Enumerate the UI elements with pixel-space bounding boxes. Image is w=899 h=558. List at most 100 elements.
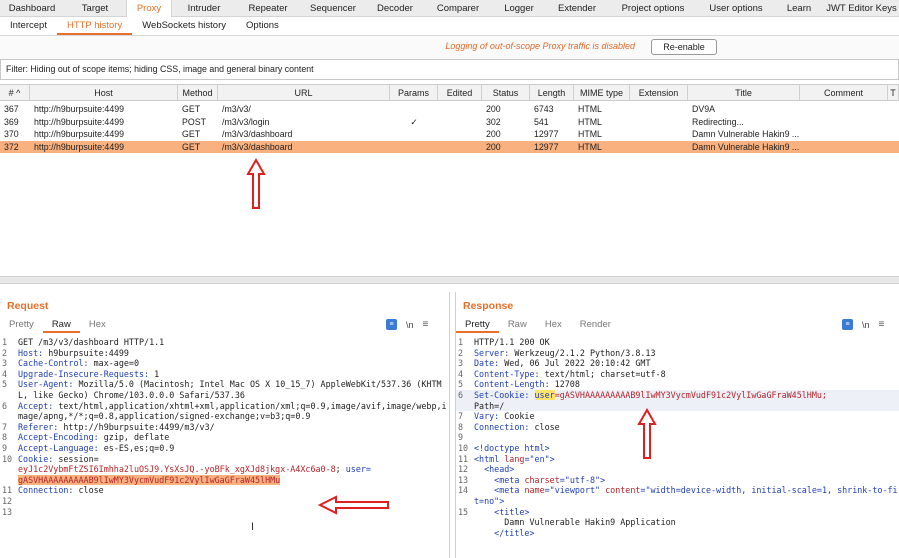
annotation-left-arrow [318,495,389,515]
tab-learn[interactable]: Learn [774,0,824,17]
subtab-options[interactable]: Options [236,17,289,35]
table-row[interactable]: 367 http://h9burpsuite:4499 GET/m3/v3/200 6… [0,103,899,115]
tab-intruder[interactable]: Intruder [172,0,236,17]
code-line: 2 Server: Werkzeug/2.1.2 Python/3.8.13 [458,347,656,358]
table-row[interactable]: 372 http://h9burpsuite:4499 GET/m3/v3/dash… [0,140,899,153]
pane-splitter[interactable] [0,276,899,284]
response-tab-pretty[interactable]: Pretty [456,317,499,333]
code-line: 2 Host: h9burpsuite:4499 [2,347,129,358]
column-header[interactable]: Host [30,85,178,101]
code-line: 8 Accept-Encoding: gzip, deflate [2,432,170,443]
annotation-up-arrow [637,408,657,459]
cell-url: /m3/v3/dashboard [222,141,293,152]
column-header[interactable]: Comment [800,85,888,101]
tab-comparer[interactable]: Comparer [424,0,492,17]
column-header[interactable]: MIME type [574,85,630,101]
proxy-sub-tab-bar: Intercept HTTP history WebSockets history O… [0,17,899,36]
cell-num: 367 [4,104,19,114]
code-line: 14 <meta name="viewport" content="width=… [458,485,898,506]
cell-method: GET [182,129,201,139]
tab-logger[interactable]: Logger [492,0,546,17]
table-row[interactable]: 369 http://h9burpsuite:4499 POST/m3/v3/log… [0,116,899,128]
message-actions-icon[interactable]: ≡ [386,319,397,330]
code-line: 5 User-Agent: Mozilla/5.0 (Macintosh; Int… [2,379,442,400]
cell-length: 6743 [534,104,554,114]
column-header[interactable]: Method [178,85,218,101]
cell-edited [442,141,482,153]
cell-host: http://h9burpsuite:4499 [34,104,124,114]
response-tab-raw[interactable]: Raw [499,317,536,333]
response-tab-hex[interactable]: Hex [536,317,571,333]
request-panel: Request Pretty Raw Hex ≡ \n ≡ 1 GET /m3/v3/… [0,292,450,558]
cell-title: DV9A [692,104,715,114]
code-line: 6 Set-Cookie: user=gASVHAAAAAAAAAB9lIwMY3… [456,389,899,412]
table-header: # ^ Host Method URL Params Edited Status Length… [0,84,899,101]
response-tab-render[interactable]: Render [571,317,620,333]
cell-length: 541 [534,116,549,127]
code-line: 15 <title> [458,506,530,517]
cell-params [390,128,438,140]
cell-comment [804,103,888,115]
request-view-tabs: Pretty Raw Hex [0,317,115,334]
table-row[interactable]: 370 http://h9burpsuite:4499 GET/m3/v3/dash… [0,128,899,140]
annotation-up-arrow [246,158,266,209]
tab-decoder[interactable]: Decoder [366,0,424,17]
code-line: 8 Connection: close [458,421,560,432]
newline-toggle-icon[interactable]: \n [406,320,414,330]
cell-status: 200 [486,104,501,114]
code-line: 13 <meta charset="utf-8"> [458,474,606,485]
tab-jwt-editor-keys[interactable]: JWT Editor Keys [824,0,899,17]
column-header[interactable]: Status [482,85,530,101]
code-line: 12 <head> [458,464,515,475]
column-header[interactable]: Params [390,85,438,101]
request-tab-hex[interactable]: Hex [80,317,115,333]
logging-bar: Logging of out-of-scope Proxy traffic is… [0,36,899,59]
highlighted-user-key: user [534,389,555,400]
cell-edited [442,128,482,140]
cell-status: 200 [486,129,501,139]
highlighted-cookie-value: gASVHAAAAAAAAAB9lIwMY3VycmVudF91c2VylIwG… [18,474,281,485]
newline-toggle-icon[interactable]: \n [862,320,870,330]
subtab-intercept[interactable]: Intercept [0,17,57,35]
cell-host: http://h9burpsuite:4499 [34,129,124,139]
tab-user-options[interactable]: User options [698,0,774,17]
cell-mime: HTML [578,141,602,152]
response-title: Response [463,300,514,312]
cell-length: 12977 [534,129,559,139]
tab-proxy[interactable]: Proxy [126,0,172,17]
cell-comment [804,116,888,128]
response-editor[interactable]: 1 HTTP/1.1 200 OK 2 Server: Werkzeug/2.1.2… [456,337,899,538]
cell-status: 302 [486,116,501,127]
tab-extender[interactable]: Extender [546,0,608,17]
tab-sequencer[interactable]: Sequencer [300,0,366,17]
column-header[interactable]: Title [688,85,800,101]
subtab-http-history[interactable]: HTTP history [56,17,133,35]
tab-project-options[interactable]: Project options [608,0,698,17]
request-tab-pretty[interactable]: Pretty [0,317,43,333]
message-actions-icon[interactable]: ≡ [842,319,853,330]
request-editor[interactable]: 1 GET /m3/v3/dashboard HTTP/1.1 2 Host: h9… [0,337,449,517]
tab-target[interactable]: Target [64,0,126,17]
column-header[interactable]: Extension [630,85,688,101]
cell-num: 372 [4,141,19,152]
code-line: 3 Cache-Control: max-age=0 [2,358,140,369]
menu-icon[interactable]: ≡ [423,319,429,330]
tab-dashboard[interactable]: Dashboard [0,0,64,17]
column-header[interactable]: # ^ [0,85,30,101]
filter-bar[interactable]: Filter: Hiding out of scope items; hidin… [0,59,899,80]
request-title: Request [7,300,49,312]
re-enable-button[interactable]: Re-enable [651,39,717,55]
column-header[interactable]: URL [218,85,390,101]
code-line: 1 HTTP/1.1 200 OK [458,337,550,347]
request-tab-raw[interactable]: Raw [42,317,80,333]
menu-icon[interactable]: ≡ [879,319,885,330]
column-header[interactable]: T [888,85,899,101]
column-header[interactable]: Length [530,85,574,101]
http-history-table: # ^ Host Method URL Params Edited Status Length… [0,84,899,276]
cell-url: /m3/v3/dashboard [222,129,293,139]
code-line: 4 Upgrade-Insecure-Requests: 1 [2,368,160,379]
code-line: </title> [494,527,535,538]
tab-repeater[interactable]: Repeater [236,0,300,17]
subtab-websockets-history[interactable]: WebSockets history [132,17,236,35]
column-header[interactable]: Edited [438,85,482,101]
